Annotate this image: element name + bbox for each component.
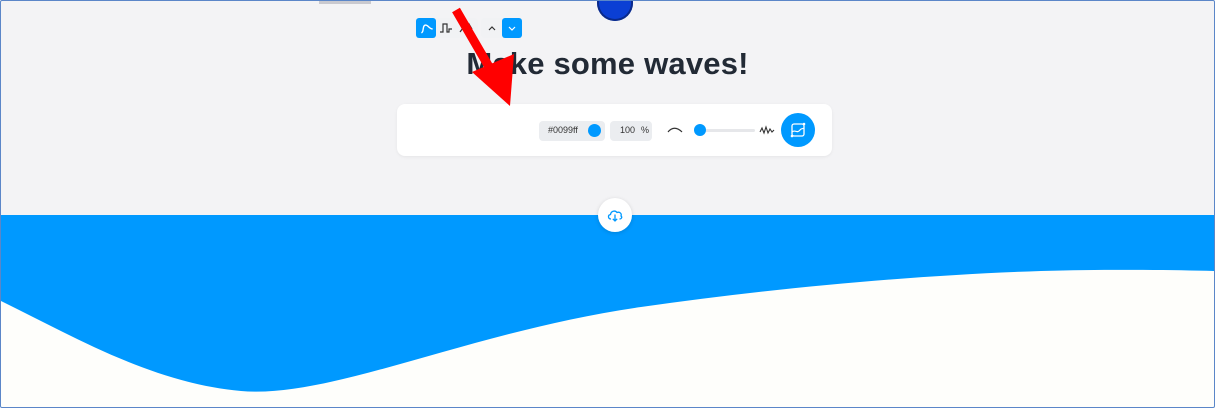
randomize-icon xyxy=(790,122,806,138)
opacity-value: 100 xyxy=(620,125,636,135)
wave-preview xyxy=(1,215,1214,407)
color-swatch[interactable] xyxy=(588,124,601,137)
download-button[interactable] xyxy=(598,198,632,232)
smooth-wave-icon xyxy=(667,127,683,133)
app-canvas: Make some waves! #0099ff 100 % xyxy=(0,0,1215,408)
complex-wave-icon xyxy=(759,125,775,135)
color-hex-value: #0099ff xyxy=(548,125,578,135)
page-title: Make some waves! xyxy=(466,46,749,81)
randomize-button[interactable] xyxy=(781,113,815,147)
red-arrow-icon xyxy=(452,7,514,106)
sine-wave-icon xyxy=(420,24,433,34)
top-nav-underline xyxy=(319,1,371,4)
cloud-download-icon xyxy=(607,210,623,222)
wave-type-sine-button[interactable] xyxy=(416,18,436,38)
top-logo-dot[interactable] xyxy=(597,1,633,21)
opacity-unit: % xyxy=(641,125,650,135)
